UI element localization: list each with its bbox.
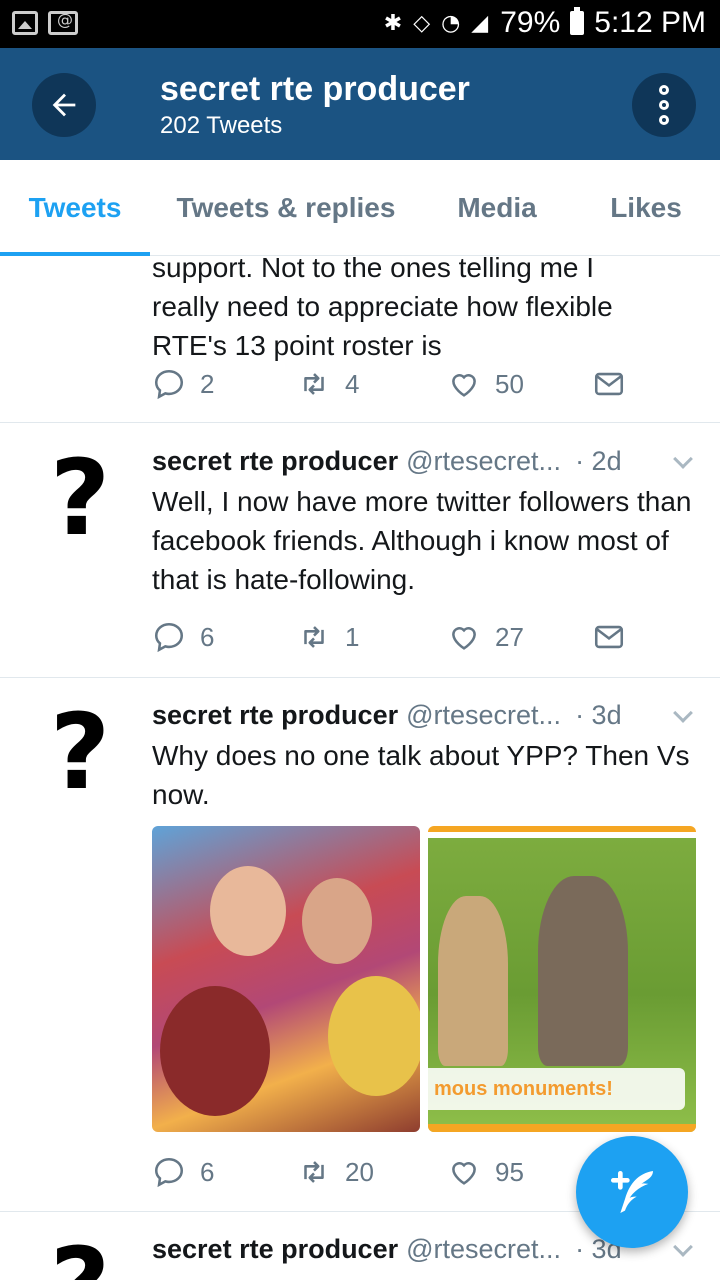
reply-count: 2	[200, 368, 215, 399]
heart-icon	[452, 1162, 476, 1185]
tweet-item[interactable]: ? secret rte producer @rtesecret... · 2d…	[0, 424, 720, 678]
retweet-button[interactable]: 20	[297, 1155, 447, 1189]
like-button[interactable]: 27	[447, 620, 592, 654]
like-button[interactable]: 95	[447, 1155, 592, 1189]
chevron-down-icon[interactable]	[673, 703, 693, 723]
chevron-down-icon[interactable]	[673, 449, 693, 469]
tab-media[interactable]: Media	[422, 160, 572, 256]
like-button[interactable]: 50	[447, 367, 592, 401]
author-name[interactable]: secret rte producer	[152, 446, 398, 477]
child-figure-shape	[438, 896, 508, 1066]
tweet-text: Why does no one talk about YPP? Then Vs …	[152, 740, 690, 810]
reply-count: 6	[200, 1156, 215, 1187]
like-count: 50	[495, 368, 524, 399]
tweet-actions: 6 1 27	[152, 617, 626, 657]
image-notification-icon	[12, 11, 38, 35]
reply-icon	[154, 622, 184, 653]
battery-percent: 79%	[500, 6, 561, 39]
retweet-count: 20	[345, 1156, 374, 1187]
direct-message-button[interactable]	[592, 620, 626, 654]
retweet-count: 1	[345, 621, 360, 652]
tweet-header: secret rte producer @rtesecret... · 3d	[152, 700, 712, 731]
reply-button[interactable]: 6	[152, 1155, 297, 1189]
retweet-icon	[304, 626, 324, 648]
tweet-actions: 6 20 95	[152, 1152, 592, 1192]
author-name[interactable]: secret rte producer	[152, 700, 398, 731]
tweet-actions: 2 4 50	[152, 364, 626, 404]
presenter-face-shape	[210, 866, 286, 956]
profile-header: secret rte producer 202 Tweets	[0, 48, 720, 160]
puppet-shape	[328, 976, 420, 1096]
reply-count: 6	[200, 621, 215, 652]
compose-tweet-button[interactable]	[576, 1136, 688, 1248]
direct-message-button[interactable]	[592, 367, 626, 401]
orange-border	[428, 1124, 696, 1132]
tweet-text-partial: support. Not to the ones telling me I	[152, 256, 595, 283]
tab-likes[interactable]: Likes	[572, 160, 720, 256]
battery-icon	[570, 7, 585, 35]
reply-button[interactable]: 6	[152, 620, 297, 654]
dot-icon	[659, 115, 669, 125]
reply-icon	[154, 1157, 184, 1188]
arrow-left-icon	[52, 93, 76, 117]
reply-icon	[154, 369, 184, 400]
tweet-item[interactable]: ? secret rte producer @rtesecret... · 3d…	[0, 678, 720, 1212]
status-bar: ✱ ◇ ◔ ◢ 79% 5:12 PM	[0, 0, 720, 48]
tweet-feed: ? support. Not to the ones telling me I …	[0, 256, 720, 1280]
dot-icon	[659, 85, 669, 95]
tweet-timestamp: · 2d	[575, 446, 622, 476]
tab-tweets[interactable]: Tweets	[0, 160, 150, 256]
media-image-now[interactable]: mous monuments!	[428, 826, 696, 1132]
envelope-icon	[594, 625, 624, 649]
tweet-item[interactable]: ? support. Not to the ones telling me I …	[0, 256, 720, 423]
status-right: ✱ ◇ ◔ ◢ 79% 5:12 PM	[384, 6, 706, 40]
tweet-text: Well, I now have more twitter followers …	[152, 486, 692, 595]
reply-button[interactable]: 2	[152, 367, 297, 401]
heart-icon	[452, 627, 476, 650]
retweet-icon	[304, 373, 324, 395]
profile-tabs: Tweets Tweets & replies Media Likes	[0, 160, 720, 256]
notification-icons	[12, 10, 78, 35]
puppet-shape	[160, 986, 270, 1116]
clock: 5:12 PM	[594, 6, 706, 39]
avatar[interactable]: ?	[28, 446, 132, 550]
tweet-text: really need to appreciate how flexible R…	[152, 291, 613, 361]
tweet-media: mous monuments!	[152, 826, 696, 1132]
like-count: 27	[495, 621, 524, 652]
overflow-menu-button[interactable]	[632, 73, 696, 137]
avatar[interactable]: ?	[28, 256, 132, 260]
tab-tweets-and-replies[interactable]: Tweets & replies	[150, 160, 422, 256]
presenter-face-shape	[302, 878, 372, 964]
heart-icon	[452, 374, 476, 397]
tweet-count: 202 Tweets	[160, 112, 283, 139]
avatar[interactable]: ?	[28, 1234, 132, 1280]
author-handle[interactable]: @rtesecret...	[406, 446, 561, 477]
profile-name-title: secret rte producer	[160, 70, 470, 108]
tweet-timestamp: · 3d	[575, 700, 622, 730]
like-count: 95	[495, 1156, 524, 1187]
retweet-icon	[304, 1161, 324, 1183]
chevron-down-icon[interactable]	[673, 1237, 693, 1257]
quill-plus-icon	[611, 1171, 653, 1213]
author-name[interactable]: secret rte producer	[152, 1234, 398, 1265]
media-caption: mous monuments!	[428, 1068, 686, 1110]
envelope-icon	[594, 372, 624, 396]
system-indicator-icons: ✱ ◇ ◔ ◢	[383, 10, 491, 36]
retweet-button[interactable]: 1	[297, 620, 447, 654]
media-image-then[interactable]	[152, 826, 420, 1132]
tweet-header: secret rte producer @rtesecret... · 2d	[152, 446, 712, 477]
email-notification-icon	[48, 10, 78, 35]
child-figure-shape	[538, 876, 628, 1066]
author-handle[interactable]: @rtesecret...	[406, 700, 561, 731]
retweet-button[interactable]: 4	[297, 367, 447, 401]
retweet-count: 4	[345, 368, 360, 399]
author-handle[interactable]: @rtesecret...	[406, 1234, 561, 1265]
back-button[interactable]	[32, 73, 96, 137]
avatar[interactable]: ?	[28, 700, 132, 804]
dot-icon	[659, 100, 669, 110]
